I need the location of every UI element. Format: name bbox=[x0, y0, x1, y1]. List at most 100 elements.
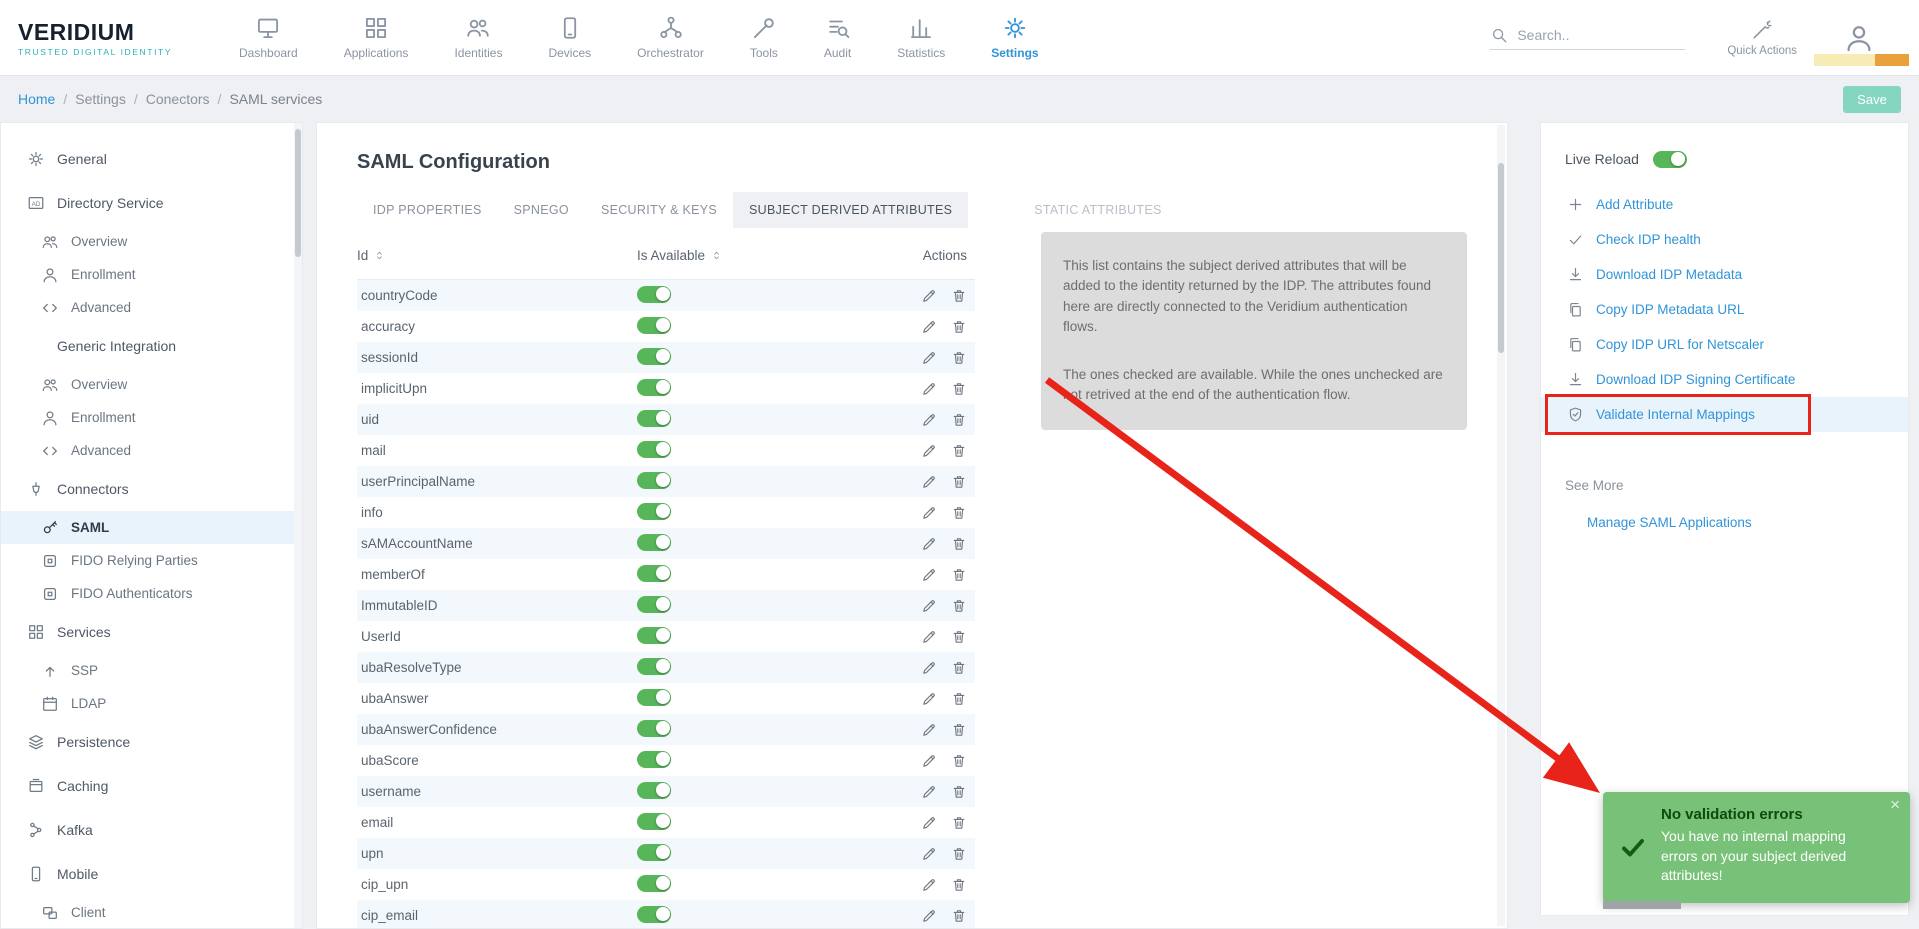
tab-static-attributes[interactable]: STATIC ATTRIBUTES bbox=[1018, 192, 1177, 228]
user-avatar[interactable] bbox=[1843, 22, 1875, 54]
breadcrumb-item-home[interactable]: Home bbox=[18, 91, 55, 107]
edit-icon[interactable] bbox=[921, 381, 937, 397]
toast-close-icon[interactable]: × bbox=[1890, 796, 1900, 813]
save-button[interactable]: Save bbox=[1843, 86, 1901, 113]
sidebar-item-saml[interactable]: SAML bbox=[1, 511, 302, 544]
delete-icon[interactable] bbox=[951, 784, 967, 800]
availability-toggle[interactable] bbox=[637, 627, 671, 644]
edit-icon[interactable] bbox=[921, 536, 937, 552]
delete-icon[interactable] bbox=[951, 567, 967, 583]
edit-icon[interactable] bbox=[921, 288, 937, 304]
availability-toggle[interactable] bbox=[637, 565, 671, 582]
search-input[interactable] bbox=[1517, 27, 1667, 43]
tab-idp-properties[interactable]: IDP PROPERTIES bbox=[357, 192, 498, 228]
sidebar-item-generic-integration[interactable]: Generic Integration bbox=[1, 324, 302, 368]
sidebar-item-persistence[interactable]: Persistence bbox=[1, 720, 302, 764]
availability-toggle[interactable] bbox=[637, 317, 671, 334]
delete-icon[interactable] bbox=[951, 381, 967, 397]
nav-item-orchestrator[interactable]: Orchestrator bbox=[614, 15, 727, 60]
nav-item-tools[interactable]: Tools bbox=[727, 15, 801, 60]
delete-icon[interactable] bbox=[951, 877, 967, 893]
edit-icon[interactable] bbox=[921, 412, 937, 428]
sidebar-item-enrollment[interactable]: Enrollment bbox=[1, 258, 302, 291]
sidebar-item-fido-relying-parties[interactable]: FIDO Relying Parties bbox=[1, 544, 302, 577]
availability-toggle[interactable] bbox=[637, 503, 671, 520]
sidebar-item-kafka[interactable]: Kafka bbox=[1, 808, 302, 852]
edit-icon[interactable] bbox=[921, 474, 937, 490]
delete-icon[interactable] bbox=[951, 629, 967, 645]
delete-icon[interactable] bbox=[951, 691, 967, 707]
sidebar-item-client[interactable]: Client bbox=[1, 896, 302, 929]
breadcrumb-item-settings[interactable]: Settings bbox=[75, 91, 126, 107]
edit-icon[interactable] bbox=[921, 784, 937, 800]
edit-icon[interactable] bbox=[921, 505, 937, 521]
sidebar-item-fido-authenticators[interactable]: FIDO Authenticators bbox=[1, 577, 302, 610]
edit-icon[interactable] bbox=[921, 660, 937, 676]
availability-toggle[interactable] bbox=[637, 906, 671, 923]
edit-icon[interactable] bbox=[921, 350, 937, 366]
sidebar-item-general[interactable]: General bbox=[1, 137, 302, 181]
manage-saml-applications-link[interactable]: Manage SAML Applications bbox=[1587, 515, 1884, 530]
edit-icon[interactable] bbox=[921, 629, 937, 645]
availability-toggle[interactable] bbox=[637, 844, 671, 861]
availability-toggle[interactable] bbox=[637, 348, 671, 365]
action-validate-internal-mappings[interactable]: Validate Internal Mappings bbox=[1541, 397, 1908, 432]
sidebar-item-caching[interactable]: Caching bbox=[1, 764, 302, 808]
nav-item-dashboard[interactable]: Dashboard bbox=[216, 15, 321, 60]
availability-toggle[interactable] bbox=[637, 875, 671, 892]
quick-actions-button[interactable]: Quick Actions bbox=[1727, 19, 1797, 57]
availability-toggle[interactable] bbox=[637, 441, 671, 458]
sidebar-item-connectors[interactable]: Connectors bbox=[1, 467, 302, 511]
delete-icon[interactable] bbox=[951, 722, 967, 738]
action-check-idp-health[interactable]: Check IDP health bbox=[1565, 222, 1884, 257]
edit-icon[interactable] bbox=[921, 815, 937, 831]
edit-icon[interactable] bbox=[921, 443, 937, 459]
nav-item-settings[interactable]: Settings bbox=[968, 15, 1061, 60]
edit-icon[interactable] bbox=[921, 846, 937, 862]
sidebar-item-advanced[interactable]: Advanced bbox=[1, 434, 302, 467]
search-icon[interactable] bbox=[1490, 26, 1508, 44]
availability-toggle[interactable] bbox=[637, 596, 671, 613]
delete-icon[interactable] bbox=[951, 660, 967, 676]
sidebar-item-advanced[interactable]: Advanced bbox=[1, 291, 302, 324]
nav-item-statistics[interactable]: Statistics bbox=[874, 15, 968, 60]
brand-logo[interactable]: VERIDIUM TRUSTED DIGITAL IDENTITY bbox=[18, 19, 198, 57]
sidebar-item-overview[interactable]: Overview bbox=[1, 225, 302, 258]
action-download-idp-signing-certificate[interactable]: Download IDP Signing Certificate bbox=[1565, 362, 1884, 397]
sidebar-item-enrollment[interactable]: Enrollment bbox=[1, 401, 302, 434]
sidebar-item-directory-service[interactable]: ADDirectory Service bbox=[1, 181, 302, 225]
availability-toggle[interactable] bbox=[637, 720, 671, 737]
sidebar-item-ldap[interactable]: LDAP bbox=[1, 687, 302, 720]
availability-toggle[interactable] bbox=[637, 813, 671, 830]
availability-toggle[interactable] bbox=[637, 379, 671, 396]
edit-icon[interactable] bbox=[921, 722, 937, 738]
sidebar-scrollbar[interactable] bbox=[294, 123, 302, 928]
sidebar-item-services[interactable]: Services bbox=[1, 610, 302, 654]
delete-icon[interactable] bbox=[951, 319, 967, 335]
tab-subject-derived-attributes[interactable]: SUBJECT DERIVED ATTRIBUTES bbox=[733, 192, 968, 228]
action-download-idp-metadata[interactable]: Download IDP Metadata bbox=[1565, 257, 1884, 292]
column-header-is-available[interactable]: Is Available bbox=[637, 248, 885, 263]
action-copy-idp-url-for-netscaler[interactable]: Copy IDP URL for Netscaler bbox=[1565, 327, 1884, 362]
sidebar-item-ssp[interactable]: SSP bbox=[1, 654, 302, 687]
column-header-id[interactable]: Id bbox=[357, 248, 637, 263]
sidebar-item-mobile[interactable]: Mobile bbox=[1, 852, 302, 896]
breadcrumb-item-conectors[interactable]: Conectors bbox=[146, 91, 210, 107]
availability-toggle[interactable] bbox=[637, 410, 671, 427]
delete-icon[interactable] bbox=[951, 598, 967, 614]
delete-icon[interactable] bbox=[951, 815, 967, 831]
availability-toggle[interactable] bbox=[637, 658, 671, 675]
scrollbar-thumb[interactable] bbox=[295, 129, 301, 257]
action-add-attribute[interactable]: Add Attribute bbox=[1565, 187, 1884, 222]
delete-icon[interactable] bbox=[951, 505, 967, 521]
availability-toggle[interactable] bbox=[637, 751, 671, 768]
nav-item-audit[interactable]: Audit bbox=[801, 15, 874, 60]
nav-item-identities[interactable]: Identities bbox=[431, 15, 525, 60]
delete-icon[interactable] bbox=[951, 846, 967, 862]
delete-icon[interactable] bbox=[951, 443, 967, 459]
delete-icon[interactable] bbox=[951, 753, 967, 769]
edit-icon[interactable] bbox=[921, 691, 937, 707]
live-reload-toggle[interactable] bbox=[1653, 151, 1687, 168]
edit-icon[interactable] bbox=[921, 877, 937, 893]
delete-icon[interactable] bbox=[951, 350, 967, 366]
